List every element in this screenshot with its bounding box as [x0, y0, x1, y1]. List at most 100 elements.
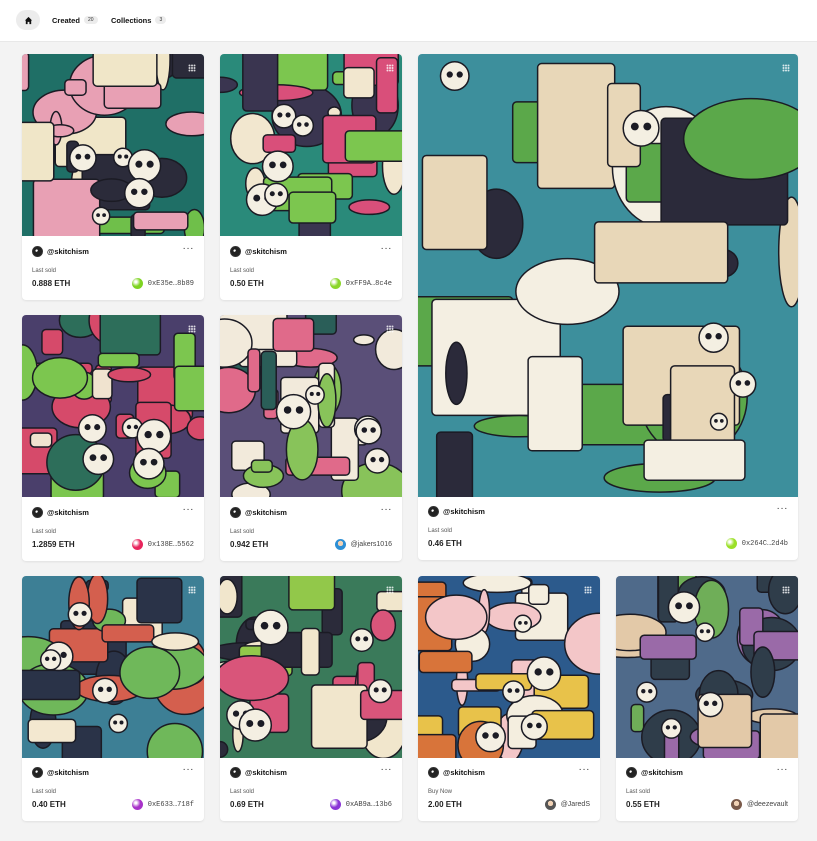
owner-avatar	[329, 799, 341, 810]
creator[interactable]: @skitchism	[32, 246, 89, 257]
avatar	[230, 507, 241, 518]
more-options-icon[interactable]: ···	[381, 244, 393, 254]
price: 0.40 ETH	[32, 800, 66, 809]
owner[interactable]: @JaredS	[544, 799, 590, 810]
grid-icon	[188, 325, 196, 333]
avatar	[428, 506, 439, 517]
owner[interactable]: 0x264C…2d4b	[725, 538, 788, 549]
grid-icon	[188, 64, 196, 72]
artwork-card[interactable]: @skitchism ··· Last sold 0.40 ETH 0xE633…	[22, 576, 204, 821]
artwork-card[interactable]: @skitchism ··· Last sold 0.46 ETH 0x264C…	[418, 54, 798, 560]
artwork-card[interactable]: @skitchism ··· Last sold 0.50 ETH 0xFF9A…	[220, 54, 402, 300]
artwork-card[interactable]: @skitchism ··· Last sold 0.942 ETH @jake…	[220, 315, 402, 561]
creator[interactable]: @skitchism	[32, 507, 89, 518]
sale-status-label: Last sold	[626, 789, 651, 795]
price: 0.55 ETH	[626, 800, 660, 809]
avatar	[230, 767, 241, 778]
owner[interactable]: 0xE35e…8b89	[131, 278, 194, 289]
more-options-icon[interactable]: ···	[579, 765, 591, 775]
sale-status-label: Last sold	[32, 268, 57, 274]
card-meta: @skitchism ··· Buy Now 2.00 ETH @JaredS	[418, 757, 600, 821]
owner[interactable]: 0x138E…5562	[131, 539, 194, 550]
artwork-image[interactable]	[418, 576, 600, 758]
creator[interactable]: @skitchism	[428, 506, 485, 517]
sale-status-label: Last sold	[230, 268, 255, 274]
more-options-icon[interactable]: ···	[381, 765, 393, 775]
sale-status-label: Last sold	[32, 789, 57, 795]
owner-label: @JaredS	[560, 801, 590, 808]
creator[interactable]: @skitchism	[626, 767, 683, 778]
owner[interactable]: @jakers1016	[334, 539, 392, 550]
price: 0.888 ETH	[32, 279, 71, 288]
grid-icon	[188, 586, 196, 594]
home-button[interactable]	[16, 10, 40, 30]
more-options-icon[interactable]: ···	[381, 505, 393, 515]
owner[interactable]: 0xFF9A…8c4e	[329, 278, 392, 289]
creator-handle: @skitchism	[47, 768, 89, 777]
creator[interactable]: @skitchism	[230, 767, 287, 778]
artwork-card[interactable]: @skitchism ··· Last sold 0.69 ETH 0xAB9a…	[220, 576, 402, 821]
card-meta: @skitchism ··· Last sold 0.50 ETH 0xFF9A…	[220, 236, 402, 300]
creator[interactable]: @skitchism	[230, 507, 287, 518]
owner-avatar	[131, 539, 143, 550]
more-options-icon[interactable]: ···	[777, 504, 789, 514]
owner-label: @jakers1016	[350, 541, 392, 548]
sale-status-label: Last sold	[32, 529, 57, 535]
card-meta: @skitchism ··· Last sold 0.888 ETH 0xE35…	[22, 236, 204, 300]
more-options-icon[interactable]: ···	[183, 505, 195, 515]
tab-created[interactable]: Created 20	[52, 14, 98, 26]
creator-handle: @skitchism	[245, 508, 287, 517]
card-meta: @skitchism ··· Last sold 0.40 ETH 0xE633…	[22, 757, 204, 821]
creator[interactable]: @skitchism	[428, 767, 485, 778]
sale-status-label: Buy Now	[428, 789, 453, 795]
owner-label: 0xFF9A…8c4e	[345, 279, 392, 288]
more-options-icon[interactable]: ···	[183, 244, 195, 254]
artwork-card[interactable]: @skitchism ··· Buy Now 2.00 ETH @JaredS	[418, 576, 600, 821]
card-meta: @skitchism ··· Last sold 0.46 ETH 0x264C…	[418, 496, 798, 560]
card-meta: @skitchism ··· Last sold 0.942 ETH @jake…	[220, 497, 402, 561]
more-options-icon[interactable]: ···	[777, 765, 789, 775]
artwork-image[interactable]	[220, 576, 402, 758]
more-options-icon[interactable]: ···	[183, 765, 195, 775]
sale-status-label: Last sold	[428, 528, 453, 534]
creator-handle: @skitchism	[443, 507, 485, 516]
creator-handle: @skitchism	[47, 508, 89, 517]
avatar	[428, 767, 439, 778]
creator[interactable]: @skitchism	[230, 246, 287, 257]
artwork-card[interactable]: @skitchism ··· Last sold 0.888 ETH 0xE35…	[22, 54, 204, 300]
owner[interactable]: @deezevault	[731, 799, 788, 810]
artwork-image[interactable]	[418, 54, 798, 497]
sale-status-label: Last sold	[230, 789, 255, 795]
owner-avatar	[731, 799, 743, 810]
owner-label: 0xAB9a…13b6	[345, 800, 392, 809]
grid-icon	[584, 586, 592, 594]
artwork-card[interactable]: @skitchism ··· Last sold 0.55 ETH @deeze…	[616, 576, 798, 821]
artwork-image[interactable]	[22, 315, 204, 497]
avatar	[230, 246, 241, 257]
artwork-image[interactable]	[616, 576, 798, 758]
price: 2.00 ETH	[428, 800, 462, 809]
owner-label: @deezevault	[747, 801, 788, 808]
artwork-card[interactable]: @skitchism ··· Last sold 1.2859 ETH 0x13…	[22, 315, 204, 561]
artwork-image[interactable]	[22, 576, 204, 758]
tab-created-count: 20	[83, 16, 98, 24]
price: 0.46 ETH	[428, 539, 462, 548]
creator[interactable]: @skitchism	[32, 767, 89, 778]
avatar	[32, 767, 43, 778]
owner[interactable]: 0xE633…718f	[131, 799, 194, 810]
card-meta: @skitchism ··· Last sold 1.2859 ETH 0x13…	[22, 497, 204, 561]
tab-collections[interactable]: Collections 3	[111, 14, 167, 26]
artwork-image[interactable]	[22, 54, 204, 236]
artwork-image[interactable]	[220, 54, 402, 236]
owner[interactable]: 0xAB9a…13b6	[329, 799, 392, 810]
artwork-image[interactable]	[220, 315, 402, 497]
home-icon	[24, 16, 32, 24]
owner-avatar	[329, 278, 341, 289]
owner-avatar	[544, 799, 556, 810]
avatar	[32, 507, 43, 518]
creator-handle: @skitchism	[245, 247, 287, 256]
tab-collections-count: 3	[155, 16, 167, 24]
grid-icon	[782, 64, 790, 72]
top-nav-bar: Created 20 Collections 3	[0, 0, 817, 42]
card-meta: @skitchism ··· Last sold 0.69 ETH 0xAB9a…	[220, 757, 402, 821]
